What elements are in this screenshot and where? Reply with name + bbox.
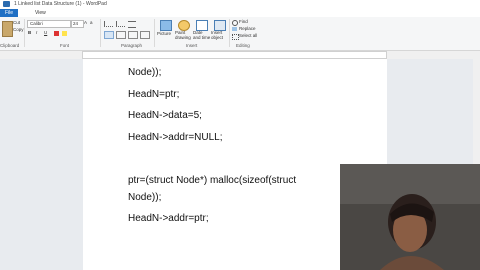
wordpad-app-icon	[3, 1, 10, 7]
window-title: 1 Linked list Data Structure (1) - WordP…	[14, 1, 107, 7]
copy-button[interactable]: Copy	[13, 27, 24, 32]
bullets-icon[interactable]	[128, 21, 136, 28]
document-line[interactable]: Node));	[128, 67, 161, 78]
picture-icon[interactable]	[160, 20, 172, 31]
align-right-icon[interactable]	[128, 31, 138, 39]
ribbon-tabs: File View	[0, 9, 480, 17]
find-icon[interactable]	[232, 20, 238, 26]
tab-view[interactable]: View	[30, 9, 51, 17]
paragraph-group-label: Paragraph	[121, 43, 143, 48]
document-line[interactable]: ptr=(struct Node*) malloc(sizeof(struct	[128, 175, 296, 186]
paint-drawing-button[interactable]: Paint drawing	[175, 30, 193, 40]
align-center-icon[interactable]	[116, 31, 126, 39]
insert-object-button[interactable]: Insert object	[211, 30, 229, 40]
select-all-button[interactable]: Select all	[239, 33, 257, 38]
text-color-icon[interactable]	[54, 31, 59, 36]
font-size-select[interactable]: 24	[71, 20, 84, 28]
document-line[interactable]: HeadN->addr=NULL;	[128, 132, 223, 143]
editing-group-label: Editing	[236, 43, 250, 48]
divider	[229, 19, 230, 47]
webcam-person-image	[340, 164, 480, 270]
highlight-icon[interactable]	[62, 31, 67, 36]
shrink-font-icon[interactable]: a	[90, 20, 93, 25]
decrease-indent-icon[interactable]	[104, 21, 113, 27]
underline-icon[interactable]: U	[44, 30, 47, 35]
replace-button[interactable]: Replace	[239, 26, 256, 31]
picture-button[interactable]: Picture	[157, 31, 171, 36]
document-line[interactable]: HeadN->data=5;	[128, 110, 202, 121]
webcam-overlay	[340, 164, 480, 270]
divider	[154, 19, 155, 47]
divider	[24, 19, 25, 47]
document-line[interactable]: HeadN->addr=ptr;	[128, 213, 209, 224]
replace-icon[interactable]	[232, 27, 237, 31]
ribbon: Cut Copy Clipboard Calibri 24 A a B I U …	[0, 17, 480, 51]
divider	[100, 19, 101, 47]
paste-icon[interactable]	[2, 21, 13, 37]
clipboard-group-label: Clipboard	[0, 43, 20, 48]
document-line[interactable]: HeadN=ptr;	[128, 89, 179, 100]
document-line[interactable]: Node));	[128, 192, 161, 203]
font-group-label: Font	[60, 43, 70, 48]
ruler[interactable]	[82, 51, 387, 59]
date-time-button[interactable]: Date and time	[193, 30, 211, 40]
font-family-select[interactable]: Calibri	[27, 20, 71, 28]
bold-icon[interactable]: B	[28, 30, 31, 35]
justify-icon[interactable]	[140, 31, 150, 39]
cut-button[interactable]: Cut	[13, 20, 20, 25]
insert-group-label: Insert	[186, 43, 198, 48]
align-left-icon[interactable]	[104, 31, 114, 39]
tab-file[interactable]: File	[0, 9, 19, 17]
select-all-icon[interactable]	[232, 34, 239, 40]
grow-font-icon[interactable]: A	[84, 20, 87, 25]
find-button[interactable]: Find	[239, 19, 248, 24]
increase-indent-icon[interactable]	[116, 21, 125, 27]
italic-icon[interactable]: I	[36, 30, 37, 35]
